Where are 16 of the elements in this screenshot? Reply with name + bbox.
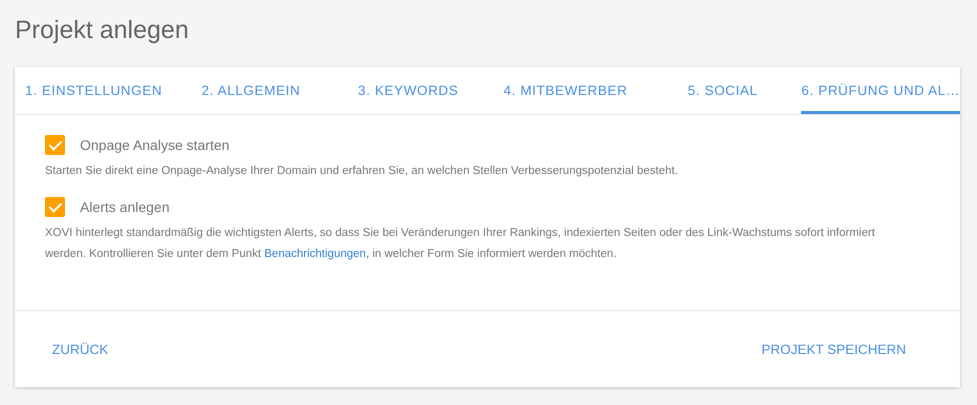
notifications-link[interactable]: Benachrichtigungen	[264, 248, 366, 260]
tab[interactable]: 5. SOCIAL	[644, 67, 802, 114]
save-project-button[interactable]: PROJEKT SPEICHERN	[751, 334, 916, 364]
tab[interactable]: 4. MITBEWERBER	[486, 67, 644, 114]
tab[interactable]: 2. ALLGEMEIN	[172, 67, 330, 114]
description: XOVI hinterlegt standardmäßig die wichtigsten Alerts, so dass Sie bei Veränderungen Ihrer Rankings, indexierten Seiten oder des Link-Wachstums sofort informiert werden. Kontrollieren Sie unter dem Punkt Benachrichtigungen, in welcher Form Sie informiert werden möchten.	[45, 226, 876, 262]
tab[interactable]: 1. EINSTELLUNGEN	[15, 67, 172, 114]
tab[interactable]: 6. PRÜFUNG UND AL…	[801, 67, 960, 114]
back-button[interactable]: ZURÜCK	[42, 334, 118, 364]
checkbox-label: Alerts anlegen	[80, 199, 170, 215]
tab[interactable]: 3. KEYWORDS	[330, 67, 487, 114]
description: Starten Sie direkt eine Onpage-Analyse Ihrer Domain und erfahren Sie, an welchen Stellen Verbesserungspotenzial besteht.	[45, 164, 679, 179]
checkbox-label: Onpage Analyse starten	[80, 137, 230, 153]
checkbox[interactable]	[45, 197, 65, 217]
page-title: Projekt anlegen	[14, 15, 190, 46]
checkbox[interactable]	[45, 135, 65, 155]
